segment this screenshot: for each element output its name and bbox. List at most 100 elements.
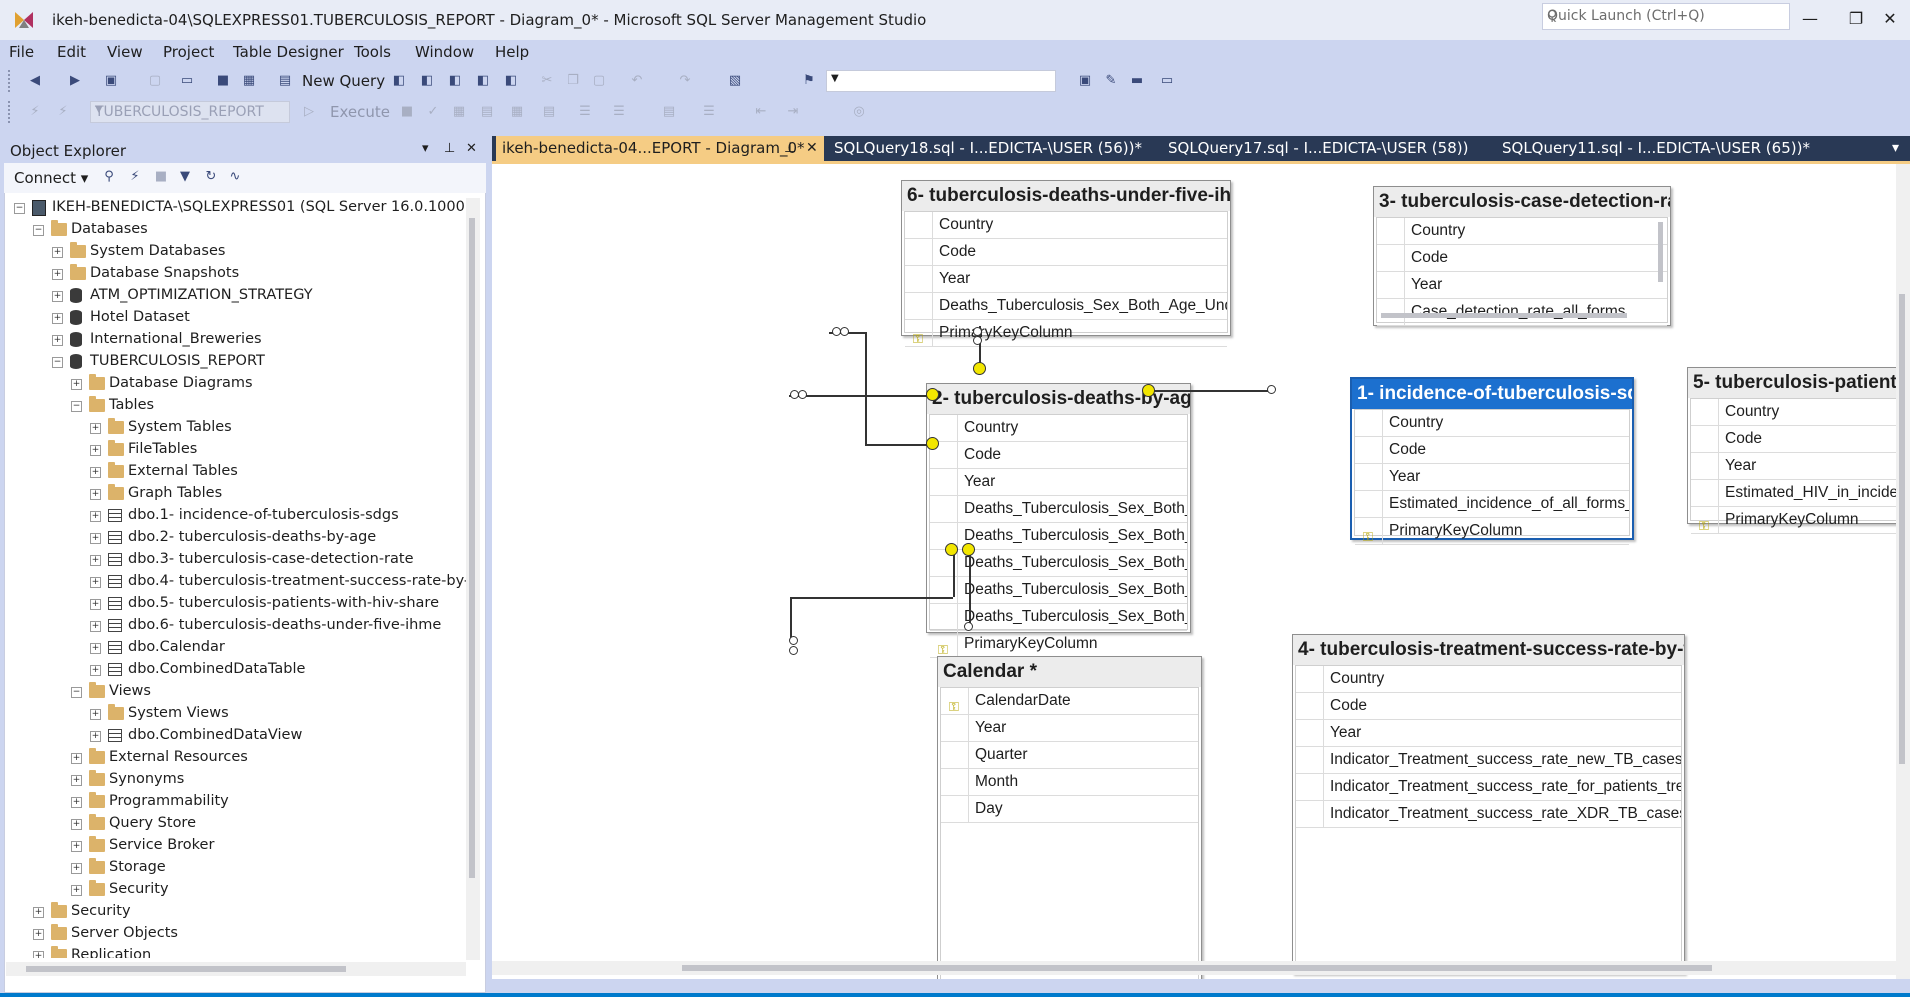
expand-icon[interactable]: + [90,555,101,566]
indent-icon[interactable]: ☰ [576,103,594,121]
column-row[interactable]: Code [1296,693,1681,720]
row-selector[interactable] [1691,426,1719,452]
undo-icon[interactable]: ↶ [628,72,646,90]
xmla-icon[interactable]: ◧ [474,72,492,90]
close-icon[interactable]: ✕ [466,141,477,156]
collapse-icon[interactable]: − [71,687,82,698]
disconnect-icon[interactable]: ⚡ [54,103,72,121]
relationship-line[interactable] [1148,390,1273,392]
connect-plug-icon[interactable]: ⚲ [100,168,118,186]
save-icon[interactable]: ■ [214,72,232,90]
column-row[interactable]: Country [1377,218,1667,245]
table-title[interactable]: 4- tuberculosis-treatment-success-rate-b… [1293,635,1684,665]
column-row[interactable]: Country [1691,399,1896,426]
properties-icon[interactable]: ▣ [1076,72,1094,90]
dmx-icon[interactable]: ◧ [446,72,464,90]
column-row[interactable]: Indicator_Treatment_success_rate_new_TB_… [1296,747,1681,774]
expand-icon[interactable]: + [52,291,63,302]
database-combo[interactable]: TUBERCULOSIS_REPORT ▼ [90,101,290,123]
row-selector[interactable] [1377,299,1405,325]
collapse-icon[interactable]: − [14,203,25,214]
diagram-hscroll[interactable] [492,961,1896,975]
column-row[interactable]: Year [1296,720,1681,747]
tab-dropdown-icon[interactable]: ▾ [1892,140,1899,156]
expand-icon[interactable]: + [33,907,44,918]
table-1-incidence-sdgs[interactable]: 1- incidence-of-tuberculosis-sdgs *Count… [1350,377,1634,545]
table-6-deaths-under-five[interactable]: 6- tuberculosis-deaths-under-five-ihme *… [901,180,1231,347]
grid-icon[interactable]: ▦ [508,103,526,121]
relationship-line[interactable] [865,332,867,444]
expand-icon[interactable]: + [52,269,63,280]
decrease-indent-icon[interactable]: ⇤ [752,103,770,121]
close-button[interactable]: ✕ [1870,6,1910,32]
row-selector[interactable] [1691,453,1719,479]
table-calendar[interactable]: Calendar * ⚿ CalendarDate Year Quarter Month D… [937,656,1202,979]
row-selector[interactable] [905,293,933,319]
column-row[interactable]: Deaths_Tuberculosis_Sex_Both_Age_Under_5… [905,293,1227,320]
stop-icon[interactable]: ■ [398,103,416,121]
row-selector[interactable] [1296,747,1324,773]
column-row[interactable]: Code [930,442,1187,469]
row-selector[interactable] [930,469,958,495]
expand-icon[interactable]: + [90,423,101,434]
column-row[interactable]: Year [905,266,1227,293]
row-selector[interactable] [1377,272,1405,298]
outdent-icon[interactable]: ☰ [610,103,628,121]
wrench-icon[interactable]: ✎ [1102,72,1120,90]
column-row[interactable]: Year [941,715,1198,742]
diagram-canvas[interactable]: 6- tuberculosis-deaths-under-five-ihme *… [492,164,1896,979]
disconnect-plug-icon[interactable]: ⚡ [126,168,144,186]
column-row[interactable]: ⚿ PrimaryKeyColumn [930,631,1187,658]
comment-icon[interactable]: ▤ [540,103,558,121]
filter-icon[interactable]: ▼ [176,168,194,186]
expand-icon[interactable]: + [90,599,101,610]
open-file-icon[interactable]: ▭ [178,72,196,90]
column-row[interactable]: Estimated_HIV_in_incident_tuberculosis [1691,480,1896,507]
execute-icon[interactable]: ▷ [300,103,318,121]
tab-sqlquery11[interactable]: SQLQuery11.sql - I...EDICTA-\USER (65))* [1496,136,1826,161]
expand-icon[interactable]: + [71,841,82,852]
collapse-icon[interactable]: − [71,401,82,412]
table-vscroll[interactable] [1658,222,1663,282]
column-row[interactable]: Month [941,769,1198,796]
column-row[interactable]: Country [1296,666,1681,693]
collapse-icon[interactable]: − [33,225,44,236]
uncomment-icon[interactable]: ☰ [700,103,718,121]
expand-icon[interactable]: + [90,445,101,456]
expand-icon[interactable]: + [71,753,82,764]
window-layout-icon[interactable]: ▭ [1158,72,1176,90]
column-row[interactable]: Day [941,796,1198,823]
connect-button[interactable]: Connect ▾ [14,169,88,187]
row-selector[interactable] [1296,693,1324,719]
tab-diagram[interactable]: ikeh-benedicta-04...EPORT - Diagram_0* ⊥… [496,136,824,161]
scroll-thumb[interactable] [26,966,346,972]
relationship-line[interactable] [789,395,932,397]
column-row[interactable]: Country [1355,410,1629,437]
column-row[interactable]: Year [930,469,1187,496]
expand-icon[interactable]: + [90,665,101,676]
column-row[interactable]: Country [905,212,1227,239]
row-selector[interactable] [1691,399,1719,425]
table-title[interactable]: 1- incidence-of-tuberculosis-sdgs * [1352,379,1632,409]
connect-icon[interactable]: ⚡ [26,103,44,121]
column-row[interactable]: Year [1355,464,1629,491]
expand-icon[interactable]: + [90,467,101,478]
object-explorer-vscroll[interactable] [466,198,480,960]
column-row[interactable]: Code [905,239,1227,266]
new-query-button[interactable]: New Query [302,72,385,90]
table-2-deaths-by-age[interactable]: 2- tuberculosis-deaths-by-age * Country Co… [926,383,1191,658]
column-row[interactable]: ⚿ PrimaryKeyColumn [905,320,1227,347]
plan-icon[interactable]: ▦ [450,103,468,121]
new-query-icon[interactable]: ▤ [276,72,294,90]
forward-icon[interactable]: ▶ [66,72,84,90]
column-row[interactable]: ⚿ PrimaryKeyColumn [1355,518,1629,545]
execute-button[interactable]: Execute [330,103,390,121]
pin-icon[interactable]: ⊥ [444,141,455,156]
row-selector[interactable] [1296,666,1324,692]
find-combo[interactable]: ▼ [826,70,1056,92]
open-icon[interactable]: ▢ [146,72,164,90]
row-selector[interactable] [905,266,933,292]
expand-icon[interactable]: + [90,489,101,500]
row-selector[interactable] [905,212,933,238]
close-icon[interactable]: ✕ [806,136,818,160]
